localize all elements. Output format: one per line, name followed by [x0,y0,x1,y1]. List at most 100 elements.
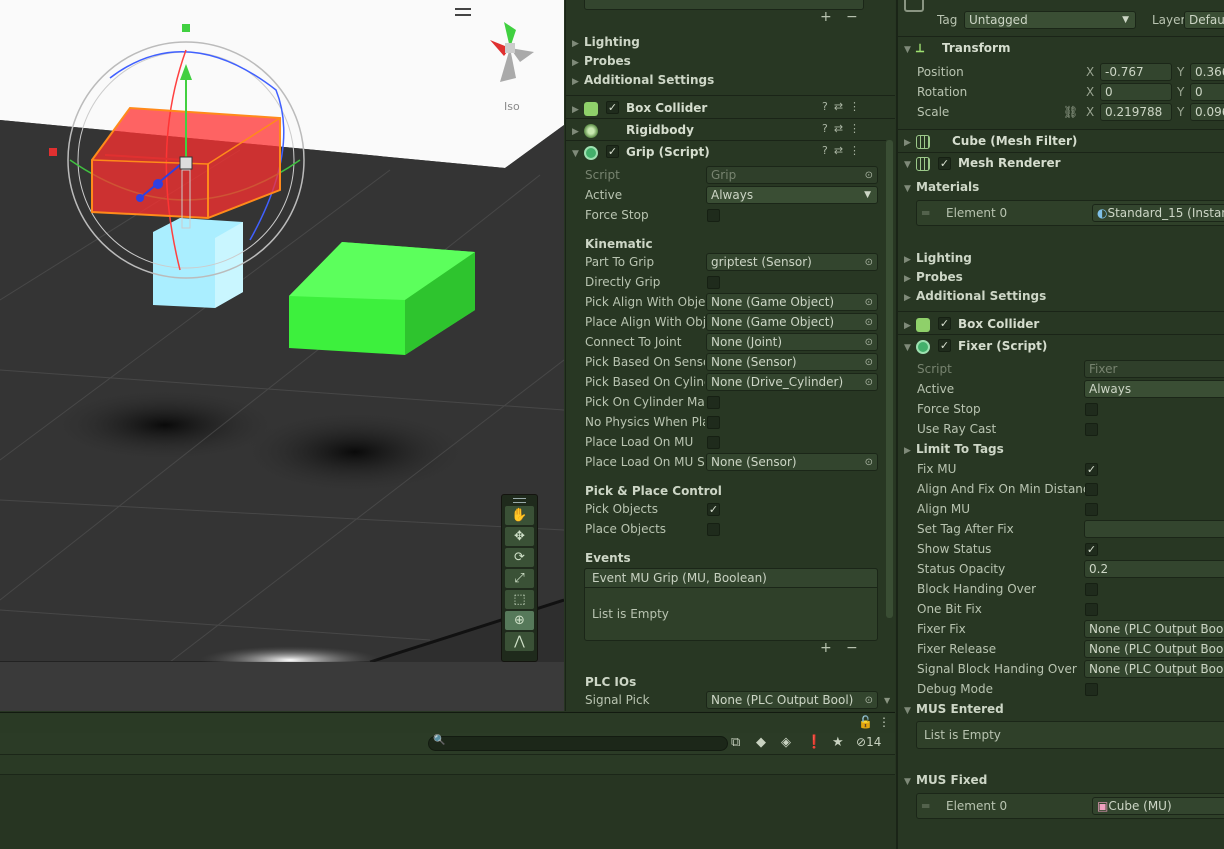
set-tag-field[interactable] [1084,520,1224,538]
filter-icon[interactable]: ⧉ [731,735,740,750]
drag-handle-icon[interactable]: ═ [922,796,929,816]
lock-icon[interactable]: 🔓 [858,715,873,729]
debug-mode-checkbox[interactable] [1085,683,1098,696]
event-add-button[interactable]: + [820,640,832,656]
fixer-active-dropdown[interactable]: Always [1084,380,1224,398]
projection-label[interactable]: Iso [504,100,520,113]
drag-handle-icon[interactable]: ═ [922,203,929,223]
signal-pick-field[interactable]: None (PLC Output Bool) ⊙ [706,691,878,709]
kinematic-object-field[interactable]: griptest (Sensor) ⊙ [706,253,878,271]
label-filter-icon[interactable]: ◈ [781,735,791,750]
tool-palette-handle[interactable] [513,498,526,503]
lighting-section-right[interactable]: ▶ Lighting [904,248,972,268]
grip-enabled-checkbox[interactable]: ✓ [606,145,619,158]
gizmo-handle-z[interactable] [136,194,144,202]
component-actions[interactable]: ?⇄⋮ [822,144,866,157]
show-status-checkbox[interactable]: ✓ [1085,543,1098,556]
hidden-count[interactable]: ⊘14 [856,735,881,749]
scale-y-field[interactable]: 0.096 [1190,103,1224,121]
additional-settings-section[interactable]: ▶ Additional Settings [572,70,714,90]
align-mu-checkbox[interactable] [1085,503,1098,516]
object-picker-icon[interactable]: ⊙ [865,374,873,390]
box-collider-enabled-checkbox-right[interactable]: ✓ [938,317,951,330]
mesh-filter-header[interactable]: ▶ Cube (Mesh Filter) [904,130,1077,152]
fix-mu-checkbox[interactable]: ✓ [1085,463,1098,476]
kinematic-object-field[interactable]: None (Sensor) ⊙ [706,453,878,471]
fixer-force-stop-checkbox[interactable] [1085,403,1098,416]
box-collider-header[interactable]: ▶ [572,97,604,119]
rigidbody-header[interactable]: ▶ [572,119,604,141]
limit-to-tags-section[interactable]: ▶ Limit To Tags [904,439,1004,459]
mesh-renderer-header[interactable]: ▼ [904,152,936,174]
probes-section-right[interactable]: ▶ Probes [904,267,963,287]
fixer-release-field[interactable]: None (PLC Output Bool) [1084,640,1224,658]
one-bit-fix-checkbox[interactable] [1085,603,1098,616]
mesh-renderer-enabled-checkbox[interactable]: ✓ [938,157,951,170]
probes-section[interactable]: ▶ Probes [572,51,631,71]
mus-entered-section[interactable]: ▼ MUS Entered [904,699,1004,719]
rotate-tool-icon[interactable]: ⟳ [505,548,534,567]
box-collider-enabled-checkbox[interactable]: ✓ [606,101,619,114]
remove-element-button[interactable]: − [846,9,858,25]
component-actions[interactable]: ?⇄⋮ [822,122,866,135]
add-element-button[interactable]: + [820,9,832,25]
fixer-script-header[interactable]: ▼ [904,335,936,357]
position-y-field[interactable]: 0.366 [1190,63,1224,81]
additional-settings-section-right[interactable]: ▶ Additional Settings [904,286,1046,306]
rotation-x-field[interactable]: 0 [1100,83,1172,101]
block-handing-checkbox[interactable] [1085,583,1098,596]
force-stop-checkbox[interactable] [707,209,720,222]
object-picker-icon[interactable]: ⊙ [865,254,873,270]
gizmo-handle-z[interactable] [153,179,163,189]
inspector-scrollbar[interactable] [886,140,893,618]
kinematic-object-field[interactable]: None (Drive_Cylinder) ⊙ [706,373,878,391]
transform-tool-icon[interactable]: ⊕ [505,611,534,630]
kinematic-object-field[interactable]: None (Game Object) ⊙ [706,293,878,311]
gizmo-handle-x[interactable] [49,148,57,156]
active-dropdown[interactable]: Always ▼ [706,186,878,204]
mus-fixed-field[interactable]: ▣Cube (MU) [1092,797,1224,815]
materials-section[interactable]: ▼ Materials [904,177,979,197]
scale-link-icon[interactable]: ⛓ [1063,102,1078,122]
status-opacity-field[interactable]: 0.2 [1084,560,1224,578]
kinematic-checkbox[interactable] [707,436,720,449]
kinematic-checkbox[interactable] [707,276,720,289]
rotation-y-field[interactable]: 0 [1190,83,1224,101]
object-picker-icon[interactable]: ⊙ [865,454,873,470]
kinematic-checkbox[interactable] [707,416,720,429]
rect-tool-icon[interactable]: ⬚ [505,590,534,609]
position-x-field[interactable]: -0.767 [1100,63,1172,81]
align-fix-checkbox[interactable] [1085,483,1098,496]
object-picker-icon[interactable]: ⊙ [865,314,873,330]
gizmo-center[interactable] [179,156,193,170]
move-tool-icon[interactable]: ✥ [505,527,534,546]
place-objects-checkbox[interactable] [707,523,720,536]
kinematic-object-field[interactable]: None (Sensor) ⊙ [706,353,878,371]
hand-tool-icon[interactable]: ✋ [505,506,534,525]
custom-tool-icon[interactable]: ⋀ [505,632,534,651]
console-search-input[interactable]: 🔍 [428,735,728,751]
scene-canvas[interactable] [0,0,564,711]
layer-dropdown[interactable]: Default [1184,11,1224,29]
favorite-icon[interactable]: ★ [832,735,844,750]
warning-icon[interactable]: ❗ [806,735,822,750]
kinematic-object-field[interactable]: None (Game Object) ⊙ [706,313,878,331]
gizmo-handle-y[interactable] [182,24,190,32]
component-actions[interactable]: ?⇄⋮ [822,100,866,113]
mus-fixed-section[interactable]: ▼ MUS Fixed [904,770,987,790]
object-picker-icon[interactable]: ⊙ [865,354,873,370]
pick-objects-checkbox[interactable]: ✓ [707,503,720,516]
fixer-fix-field[interactable]: None (PLC Output Bool) [1084,620,1224,638]
more-options-icon[interactable]: ⋮ [878,715,890,729]
scroll-down-icon[interactable]: ▼ [884,696,890,705]
use-ray-cast-checkbox[interactable] [1085,423,1098,436]
fixer-enabled-checkbox[interactable]: ✓ [938,339,951,352]
scale-tool-icon[interactable]: ⤢ [505,569,534,588]
material-field[interactable]: ◐Standard_15 (Instance) [1092,204,1224,222]
box-collider-header-right[interactable]: ▶ [904,313,936,335]
kinematic-object-field[interactable]: None (Joint) ⊙ [706,333,878,351]
lighting-section[interactable]: ▶ Lighting [572,32,640,52]
scene-view[interactable]: Iso ✋ ✥ ⟳ ⤢ ⬚ ⊕ ⋀ [0,0,564,711]
object-picker-icon[interactable]: ⊙ [865,294,873,310]
object-picker-icon[interactable]: ⊙ [865,334,873,350]
